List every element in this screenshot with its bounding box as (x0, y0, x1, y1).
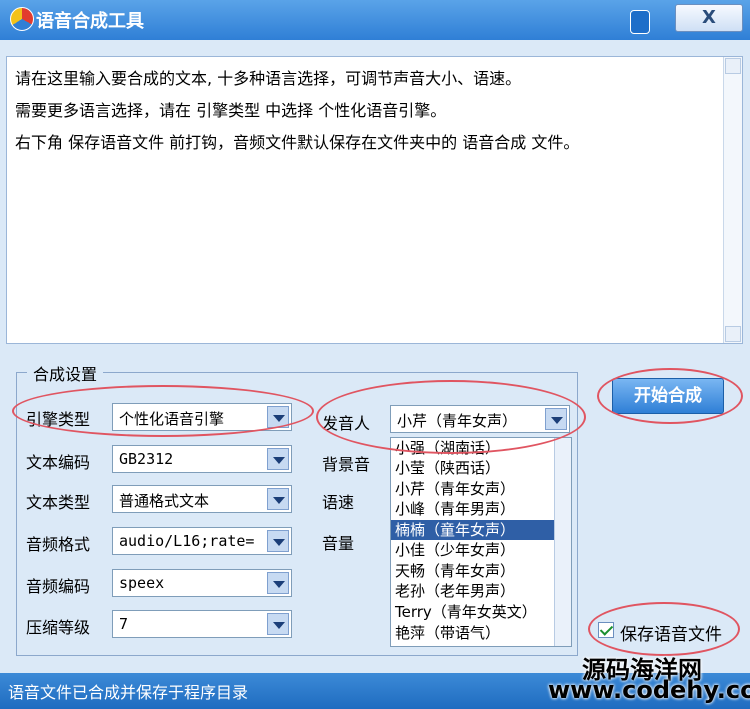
compression-level-select[interactable]: 7 (112, 610, 292, 638)
list-item[interactable]: 老孙（老年男声） (391, 581, 555, 601)
list-item[interactable]: Terry（青年女英文） (391, 602, 555, 622)
speaker-list-scrollbar[interactable] (554, 438, 571, 646)
app-logo-icon (10, 7, 34, 31)
list-item[interactable]: 小莹（陕西话） (391, 458, 555, 478)
chevron-down-icon[interactable] (545, 408, 567, 430)
chevron-down-icon[interactable] (267, 530, 289, 552)
audio-codec-select[interactable]: speex (112, 569, 292, 597)
text-type-select[interactable]: 普通格式文本 (112, 485, 292, 513)
list-item[interactable]: 小芹（青年女声） (391, 479, 555, 499)
text-encoding-select[interactable]: GB2312 (112, 445, 292, 473)
speed-label: 语速 (322, 493, 355, 512)
watermark-url: www.codehy.com (548, 676, 750, 704)
start-synthesis-button[interactable]: 开始合成 (612, 378, 724, 414)
chevron-down-icon[interactable] (267, 448, 289, 470)
window-title: 语音合成工具 (36, 11, 144, 32)
text-encoding-label: 文本编码 (26, 453, 91, 472)
background-sound-label: 背景音 (322, 455, 371, 474)
list-item[interactable]: 小佳（少年女声） (391, 540, 555, 560)
chevron-down-icon[interactable] (267, 406, 289, 428)
text-type-label: 文本类型 (26, 493, 91, 512)
settings-title: 合成设置 (27, 361, 104, 385)
user-icon[interactable] (630, 10, 650, 34)
editor-scrollbar[interactable] (723, 57, 742, 343)
chevron-down-icon[interactable] (267, 613, 289, 635)
close-button[interactable]: X (675, 4, 743, 32)
engine-type-select[interactable]: 个性化语音引擎 (112, 403, 292, 431)
status-text: 语音文件已合成并保存于程序目录 (8, 683, 249, 702)
save-audio-label[interactable]: 保存语音文件 (620, 620, 722, 645)
list-item[interactable]: 小强（湖南话） (391, 438, 555, 458)
compression-level-label: 压缩等级 (26, 618, 91, 637)
audio-codec-label: 音频编码 (26, 577, 91, 596)
text-input-area[interactable]: 请在这里输入要合成的文本, 十多种语言选择，可调节声音大小、语速。 需要更多语言… (6, 56, 743, 344)
list-item[interactable]: 小峰（青年男声） (391, 499, 555, 519)
save-audio-checkbox[interactable] (598, 622, 614, 638)
editor-line: 右下角 保存语音文件 前打钩，音频文件默认保存在文件夹中的 语音合成 文件。 (15, 133, 580, 152)
scroll-down-icon[interactable] (725, 326, 741, 342)
chevron-down-icon[interactable] (267, 572, 289, 594)
editor-line: 需要更多语言选择，请在 引擎类型 中选择 个性化语音引擎。 (15, 101, 447, 120)
speaker-select[interactable]: 小芹（青年女声） (390, 405, 570, 433)
list-item[interactable]: 艳萍（带语气） (391, 623, 555, 643)
scroll-up-icon[interactable] (725, 58, 741, 74)
speaker-dropdown-list[interactable]: 小强（湖南话） 小莹（陕西话） 小芹（青年女声） 小峰（青年男声） 楠楠（童年女… (390, 437, 572, 647)
audio-format-label: 音频格式 (26, 535, 91, 554)
title-bar: 语音合成工具 X (0, 0, 750, 40)
editor-line: 请在这里输入要合成的文本, 十多种语言选择，可调节声音大小、语速。 (15, 69, 522, 88)
speaker-label: 发音人 (322, 414, 371, 433)
chevron-down-icon[interactable] (267, 488, 289, 510)
list-item[interactable]: 天畅（青年女声） (391, 561, 555, 581)
list-item-selected[interactable]: 楠楠（童年女声） (391, 520, 555, 540)
audio-format-select[interactable]: audio/L16;rate= (112, 527, 292, 555)
volume-label: 音量 (322, 534, 355, 553)
engine-type-label: 引擎类型 (26, 410, 91, 429)
